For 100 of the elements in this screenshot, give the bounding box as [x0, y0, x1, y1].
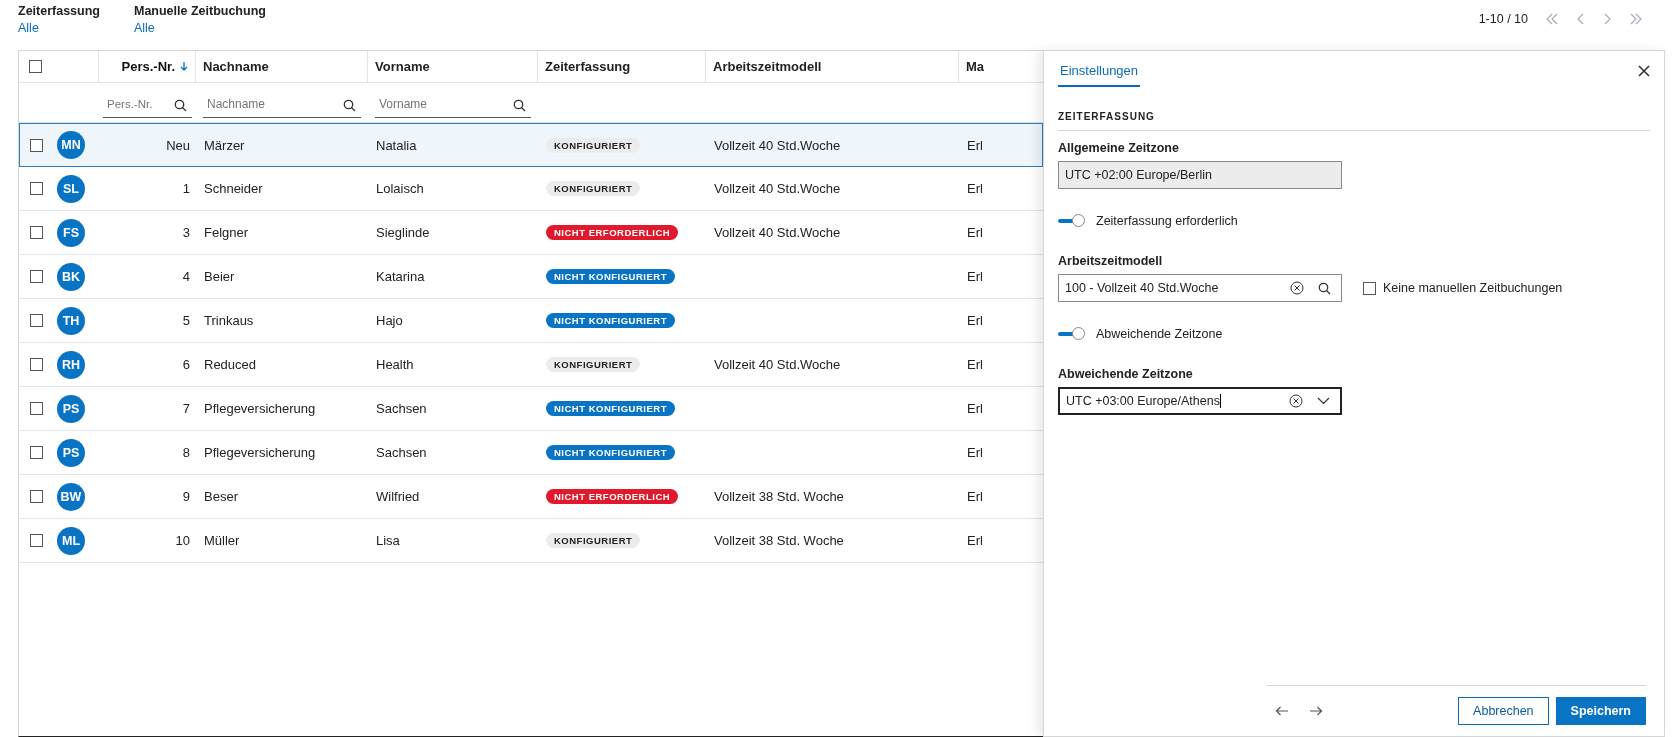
avatar: SL: [57, 174, 85, 203]
table-row[interactable]: PS 8 Pflegeversicherung Sachsen NICHT KONFIGURIERT Erl: [19, 431, 1043, 475]
column-header-cell[interactable]: Nachname: [196, 51, 368, 82]
table-cell: Lisa: [376, 533, 400, 548]
row-checkbox[interactable]: [30, 270, 43, 283]
table-cell: Vollzeit 40 Std.Woche: [714, 357, 841, 372]
table-cell: Erl: [967, 445, 983, 460]
table-cell: Erl: [967, 489, 983, 504]
column-filter-field[interactable]: Nachname: [203, 91, 361, 118]
tab[interactable]: Einstellungen: [1058, 59, 1141, 87]
table-cell: Pflegeversicherung: [204, 445, 316, 460]
clear-icon[interactable]: [1290, 281, 1304, 295]
avatar: TH: [57, 306, 85, 335]
table-cell: 10: [175, 533, 190, 548]
search-icon: [343, 98, 356, 112]
table-cell: Vollzeit 38 Std. Woche: [714, 489, 844, 504]
arrow-left-icon[interactable]: [1275, 706, 1289, 716]
table-row[interactable]: MN Neu Märzer Natalia KONFIGURIERT Vollzeit 40 Std.Woche Erl: [19, 123, 1043, 167]
avatar: MN: [57, 131, 85, 159]
avatar: PS: [57, 438, 85, 467]
close-icon[interactable]: [1638, 65, 1650, 77]
row-checkbox[interactable]: [30, 182, 43, 195]
sort-arrow-icon[interactable]: [180, 61, 188, 72]
column-header-cell[interactable]: Vorname: [368, 51, 538, 82]
field-label: Abweichende Zeitzone: [1058, 367, 1194, 381]
select-all-checkbox[interactable]: [29, 60, 42, 73]
row-checkbox[interactable]: [30, 446, 43, 459]
table-cell: 3: [182, 225, 190, 240]
avatar: FS: [57, 218, 85, 247]
column-header-cell[interactable]: Zeiterfassung: [538, 51, 706, 82]
avatar: PS: [57, 394, 85, 423]
work-model-field[interactable]: 100 - Vollzeit 40 Std.Woche: [1058, 274, 1342, 302]
field-label: Allgemeine Zeitzone: [1058, 141, 1180, 155]
row-checkbox[interactable]: [30, 402, 43, 415]
search-icon[interactable]: [1318, 281, 1331, 295]
table-cell: Trinkaus: [204, 313, 254, 328]
table-cell: Hajo: [376, 313, 403, 328]
row-checkbox[interactable]: [30, 314, 43, 327]
table-row[interactable]: RH 6 Reduced Health KONFIGURIERT Vollzeit 40 Std.Woche Erl: [19, 343, 1043, 387]
clear-icon[interactable]: [1289, 394, 1303, 408]
table-cell: Vollzeit 38 Std. Woche: [714, 533, 844, 548]
table-row[interactable]: TH 5 Trinkaus Hajo NICHT KONFIGURIERT Erl: [19, 299, 1043, 343]
avatar: BK: [57, 262, 85, 291]
table-row[interactable]: SL 1 Schneider Lolaisch KONFIGURIERT Vollzeit 40 Std.Woche Erl: [19, 167, 1043, 211]
filter-link[interactable]: Alle: [133, 21, 266, 35]
row-checkbox[interactable]: [30, 226, 43, 239]
table-cell: Erl: [967, 137, 983, 153]
table-cell: Sachsen: [376, 445, 427, 460]
column-header-cell[interactable]: Arbeitszeitmodell: [706, 51, 959, 82]
table-cell: 7: [182, 401, 190, 416]
row-checkbox[interactable]: [30, 490, 43, 503]
table-row[interactable]: BW 9 Beser Wilfried NICHT ERFORDERLICH Vollzeit 38 Std. Woche Erl: [19, 475, 1043, 519]
table-cell: Vollzeit 40 Std.Woche: [714, 225, 841, 240]
table-cell: Vollzeit 40 Std.Woche: [714, 137, 841, 153]
table-cell: Neu: [166, 137, 190, 153]
table-cell: Erl: [967, 269, 983, 284]
table-cell: 4: [182, 269, 190, 284]
filter-label: Manuelle Zeitbuchung: [133, 4, 266, 18]
table-cell: 8: [182, 445, 190, 460]
cancel-button[interactable]: Abbrechen: [1458, 697, 1549, 725]
timezone-dropdown[interactable]: UTC +03:00 Europe/Athens: [1058, 387, 1342, 415]
column-header-cell[interactable]: Ma: [959, 51, 1019, 82]
table-cell: Erl: [967, 313, 983, 328]
status-badge: NICHT KONFIGURIERT: [546, 445, 675, 460]
field-label: Arbeitszeitmodell: [1058, 254, 1164, 268]
status-badge: KONFIGURIERT: [546, 181, 641, 196]
table-cell: Erl: [967, 357, 983, 372]
table-cell: Erl: [967, 533, 983, 548]
row-checkbox[interactable]: [30, 534, 43, 547]
table-cell: Lolaisch: [376, 181, 424, 196]
table-cell: Health: [376, 357, 414, 372]
column-filter-field[interactable]: Vorname: [375, 91, 531, 118]
table-cell: Erl: [967, 181, 983, 196]
row-checkbox[interactable]: [30, 138, 43, 152]
status-badge: NICHT KONFIGURIERT: [546, 269, 675, 284]
column-header-cell[interactable]: Pers.-Nr.: [99, 51, 196, 82]
toggle-switch[interactable]: [1058, 214, 1086, 228]
column-filter-field[interactable]: Pers.-Nr.: [103, 91, 192, 118]
status-badge: NICHT ERFORDERLICH: [546, 489, 679, 504]
checkbox[interactable]: [1363, 281, 1376, 295]
section-title: ZEITERFASSUNG: [1058, 111, 1156, 122]
table-cell: Erl: [967, 225, 983, 240]
table-cell: Schneider: [204, 181, 263, 196]
filter-link[interactable]: Alle: [18, 21, 100, 35]
table-row[interactable]: PS 7 Pflegeversicherung Sachsen NICHT KONFIGURIERT Erl: [19, 387, 1043, 431]
save-button[interactable]: Speichern: [1555, 697, 1646, 725]
arrow-right-icon[interactable]: [1309, 706, 1323, 716]
table-row[interactable]: BK 4 Beier Katarina NICHT KONFIGURIERT Erl: [19, 255, 1043, 299]
row-checkbox[interactable]: [30, 358, 43, 371]
table-row[interactable]: FS 3 Felgner Sieglinde NICHT ERFORDERLICH Vollzeit 40 Std.Woche Erl: [19, 211, 1043, 255]
avatar: ML: [57, 526, 85, 555]
status-badge: KONFIGURIERT: [546, 357, 641, 372]
filter-label: Zeiterfassung: [18, 4, 100, 18]
status-badge: NICHT KONFIGURIERT: [546, 313, 675, 328]
chevron-down-icon[interactable]: [1317, 397, 1330, 405]
toggle-label: Abweichende Zeitzone: [1096, 327, 1223, 341]
toggle-switch[interactable]: [1058, 327, 1086, 341]
table-cell: Beser: [204, 489, 238, 504]
table-cell: Müller: [204, 533, 240, 548]
table-row[interactable]: ML 10 Müller Lisa KONFIGURIERT Vollzeit 38 Std. Woche Erl: [19, 519, 1043, 563]
